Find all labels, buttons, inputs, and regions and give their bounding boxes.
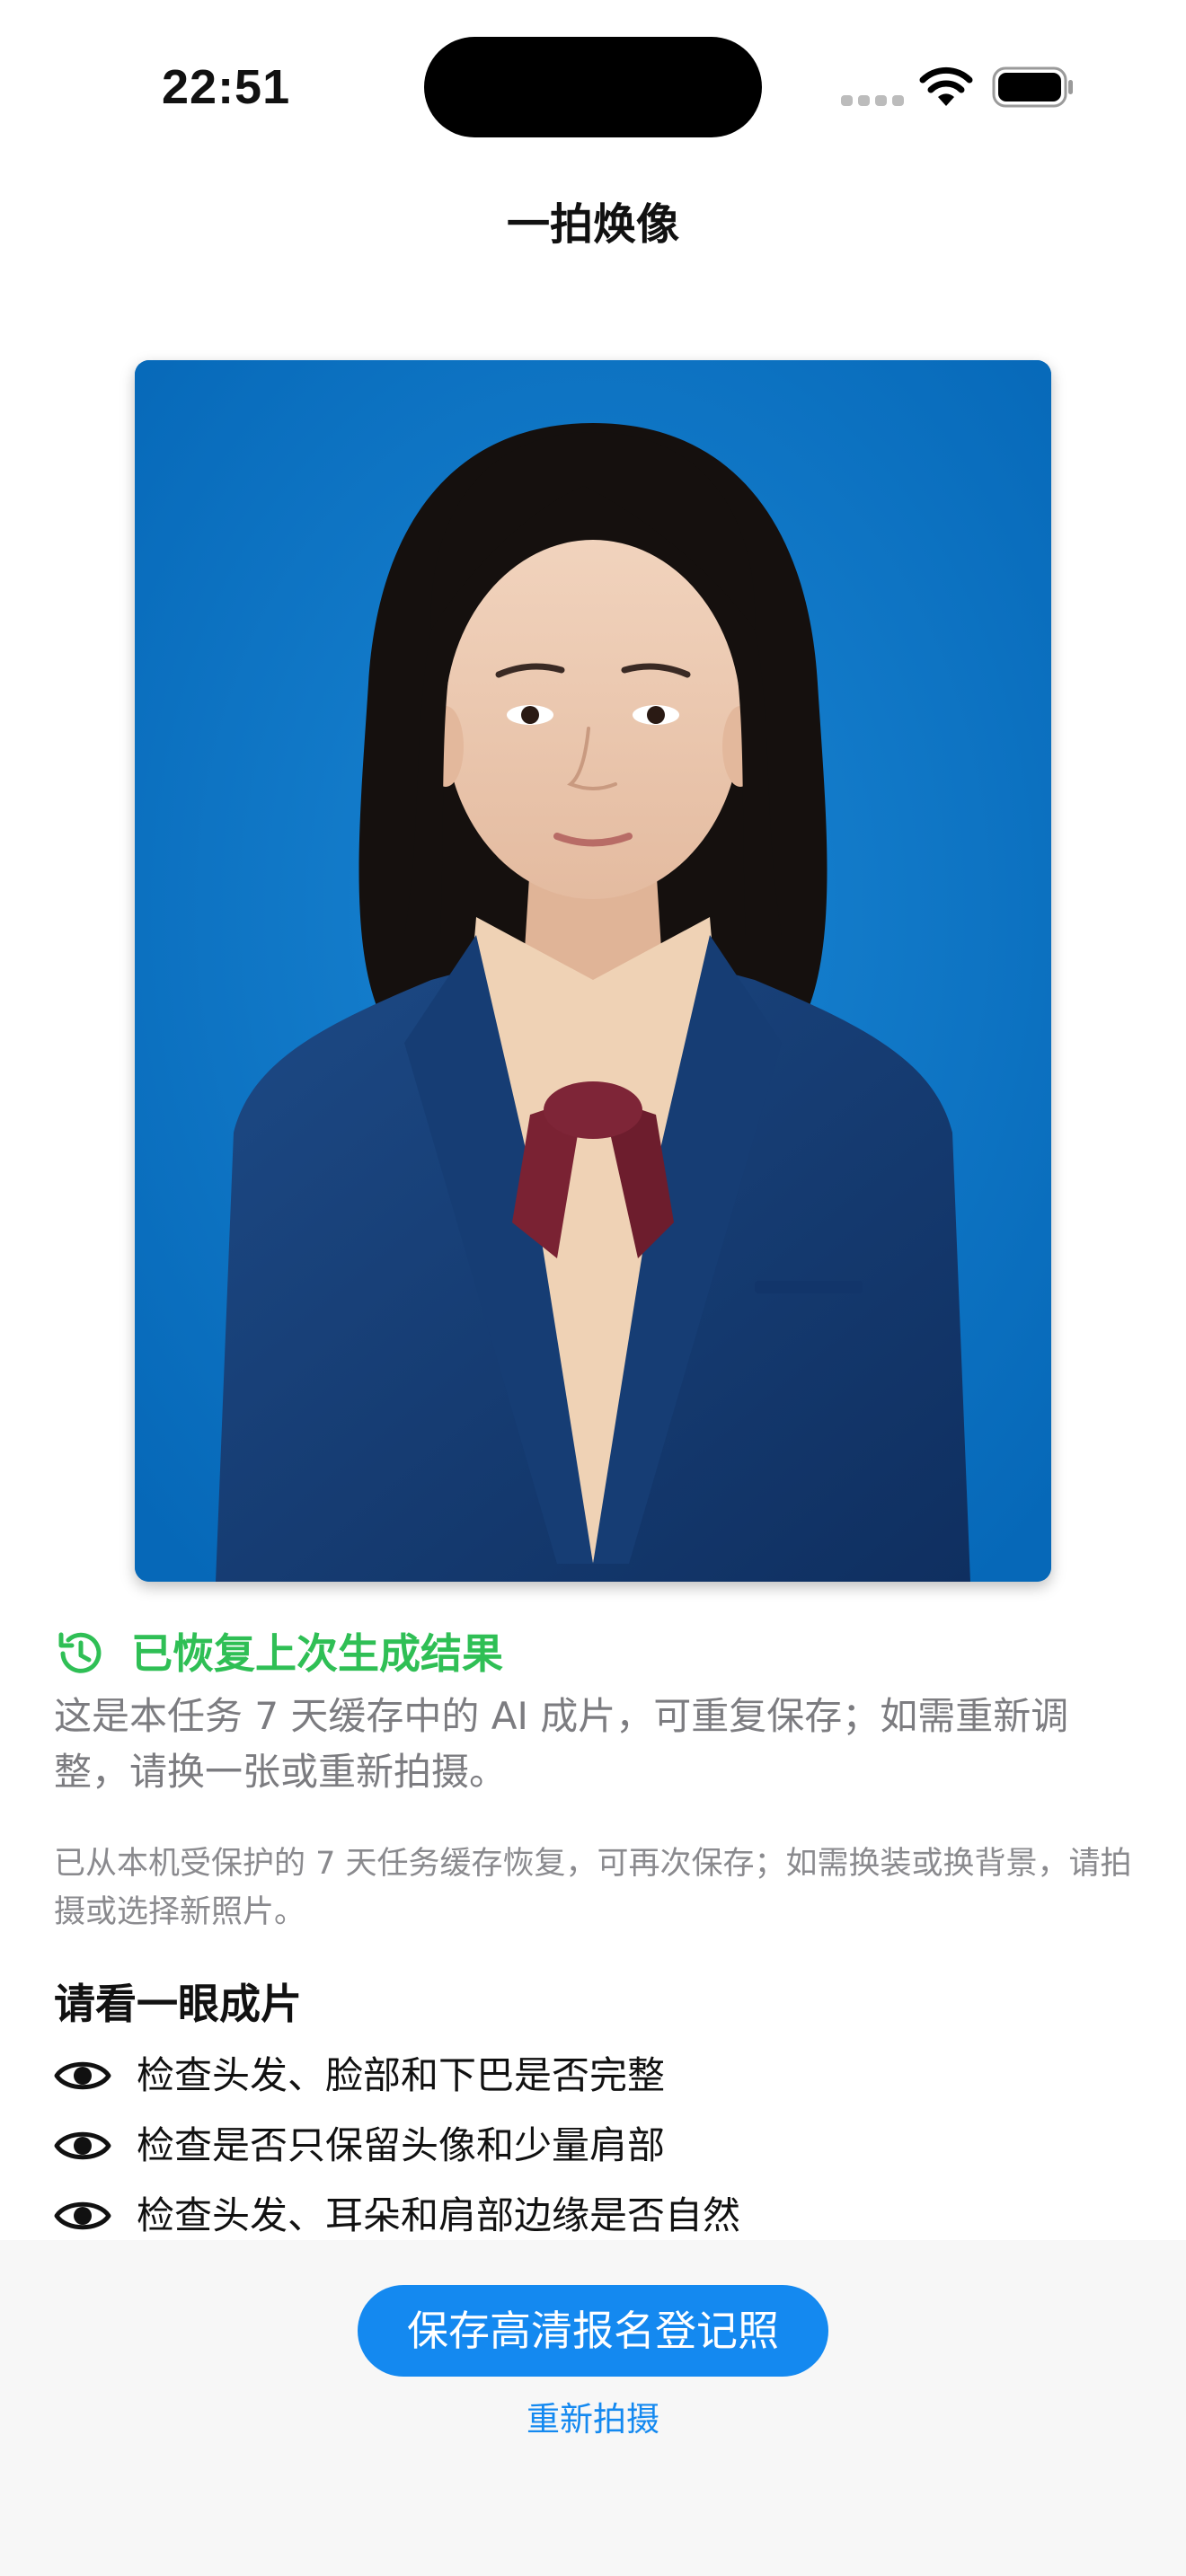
status-time: 22:51 xyxy=(162,60,291,114)
id-photo-image xyxy=(135,360,1051,1582)
restored-description: 这是本任务 7 天缓存中的 AI 成片，可重复保存；如需重新调整，请换一张或重新… xyxy=(54,1694,1069,1794)
checklist: 检查头发、脸部和下巴是否完整 检查是否只保留头像和少量肩部 检查头发、耳朵和肩部… xyxy=(54,2041,1132,2251)
restored-status: 已恢复上次生成结果 xyxy=(54,1622,1132,1685)
save-hd-photo-button[interactable]: 保存高清报名登记照 xyxy=(358,2285,828,2377)
retake-link[interactable]: 重新拍摄 xyxy=(0,2395,1186,2445)
page-title: 一拍焕像 xyxy=(506,199,679,250)
history-icon xyxy=(58,1632,102,1673)
wifi-icon xyxy=(919,66,973,106)
checklist-item: 检查头发、脸部和下巴是否完整 xyxy=(54,2041,1132,2111)
bottom-action-bar: 保存高清报名登记照 重新拍摄 xyxy=(0,2240,1186,2576)
restored-title: 已恢复上次生成结果 xyxy=(131,1629,503,1678)
eye-icon xyxy=(54,2061,111,2090)
eye-icon xyxy=(54,2201,111,2230)
battery-icon xyxy=(992,66,1073,108)
checklist-item-label: 检查是否只保留头像和少量肩部 xyxy=(137,2123,666,2167)
eye-icon xyxy=(54,2131,111,2160)
dynamic-island xyxy=(424,37,762,137)
checklist-item-label: 检查头发、脸部和下巴是否完整 xyxy=(137,2053,666,2097)
checklist-item-label: 检查头发、耳朵和肩部边缘是否自然 xyxy=(137,2193,741,2237)
checklist-heading: 请看一眼成片 xyxy=(54,1980,302,2028)
cellular-signal-icon xyxy=(841,95,904,106)
cache-note: 已从本机受保护的 7 天任务缓存恢复，可再次保存；如需换装或换背景，请拍摄或选择… xyxy=(54,1846,1132,1930)
checklist-item: 检查是否只保留头像和少量肩部 xyxy=(54,2111,1132,2181)
